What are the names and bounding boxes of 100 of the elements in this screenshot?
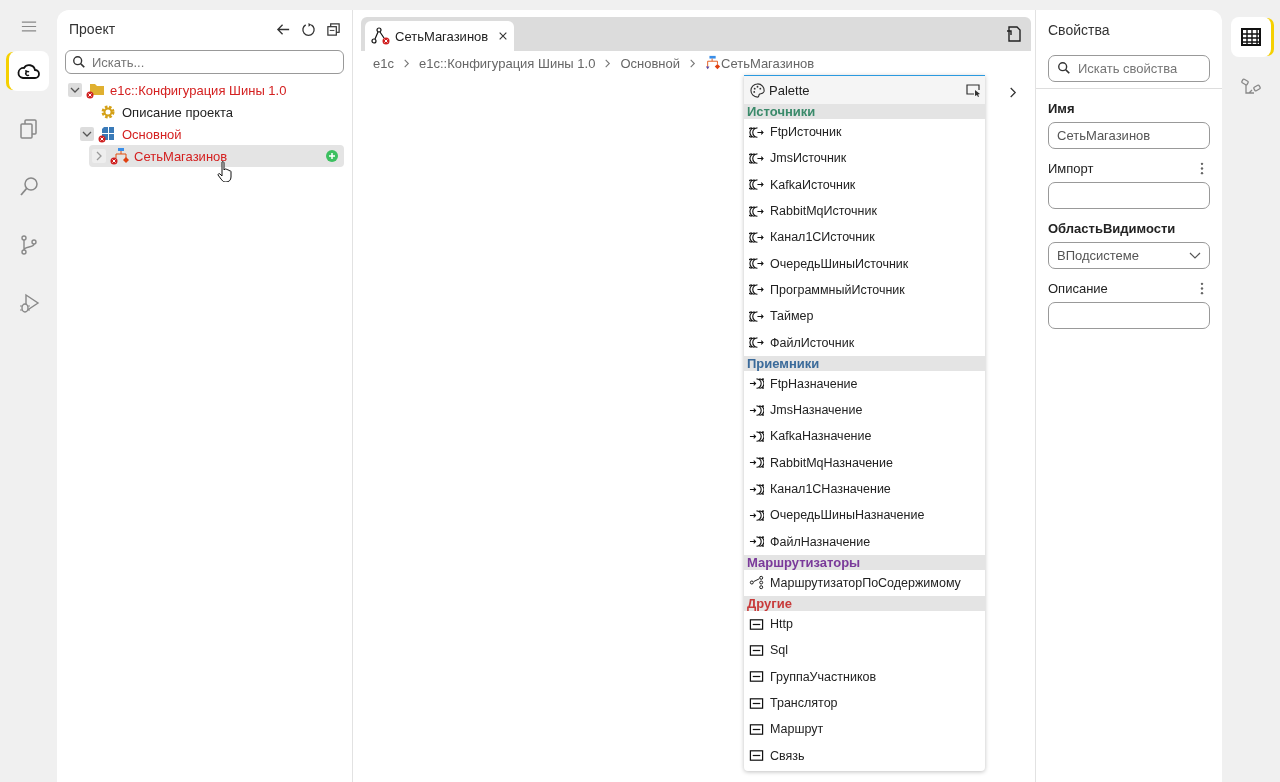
component-icon <box>749 695 764 711</box>
component-icon <box>749 256 764 272</box>
more-options-icon[interactable] <box>1200 281 1204 295</box>
chevron-right-icon[interactable] <box>1008 86 1017 99</box>
component-icon <box>749 721 764 737</box>
chevron-right-icon <box>603 58 613 68</box>
panel-title: Проект <box>69 21 116 37</box>
palette-item[interactable]: KafkaИсточник <box>744 171 985 198</box>
component-icon <box>749 376 764 392</box>
hand-cursor-icon <box>217 160 233 182</box>
palette-item-label: ГруппаУчастников <box>770 669 877 684</box>
palette-item[interactable]: Связь <box>744 742 985 769</box>
search-field[interactable]: Искать... <box>65 50 344 74</box>
breadcrumb-link[interactable]: СетьМагазинов <box>721 55 815 71</box>
palette-item-label: Таймер <box>770 309 814 324</box>
collapse-all-icon[interactable] <box>326 21 341 37</box>
palette-item[interactable]: RabbitMqИсточник <box>744 197 985 225</box>
palette-item[interactable]: ФайлИсточник <box>744 329 985 356</box>
palette-item[interactable]: Http <box>744 611 985 638</box>
tree-item-label: Описание проекта <box>122 104 234 120</box>
palette-item[interactable]: Таймер <box>744 303 985 330</box>
tree-item-label: e1c::Конфигурация Шины 1.0 <box>110 82 287 98</box>
component-icon <box>749 428 764 444</box>
field-label: Импорт <box>1048 160 1094 176</box>
component-icon <box>749 335 764 350</box>
component-icon <box>749 124 764 140</box>
palette-item[interactable]: Sql <box>744 637 985 664</box>
palette-item[interactable]: Маршрут <box>744 716 985 743</box>
palette-item-label: FtpНазначение <box>770 376 858 391</box>
palette-item-label: Транслятор <box>770 696 838 711</box>
tree-item[interactable]: e1c::Конфигурация Шины 1.0 <box>65 79 344 101</box>
palette-item-label: Канал1СИсточник <box>770 230 875 245</box>
palette-item[interactable]: RabbitMqНазначение <box>744 449 985 476</box>
chevron-down-icon <box>1189 251 1201 260</box>
palette-item[interactable]: JmsНазначение <box>744 396 985 424</box>
menu-icon[interactable] <box>20 20 37 33</box>
input-field[interactable] <box>1048 182 1210 209</box>
component-icon <box>749 643 764 658</box>
input-field[interactable] <box>1048 302 1210 329</box>
tree-item[interactable]: Основной <box>77 123 344 145</box>
palette-item[interactable]: FtpИсточник <box>744 119 985 146</box>
palette-item[interactable]: ГруппаУчастников <box>744 663 985 690</box>
palette-item[interactable]: JmsИсточник <box>744 145 985 172</box>
component-icon <box>749 282 764 298</box>
palette-item-label: Sql <box>770 643 789 658</box>
table-icon[interactable] <box>1231 17 1271 57</box>
expand-chevron-icon[interactable] <box>80 127 94 141</box>
field-label: Описание <box>1048 280 1108 296</box>
palette-item[interactable]: Канал1СИсточник <box>744 224 985 251</box>
palette-item-label: JmsИсточник <box>770 151 847 166</box>
field-label: ОбластьВидимости <box>1048 220 1176 236</box>
dropdown-value: ВПодсистеме <box>1057 248 1139 263</box>
component-icon <box>749 455 764 471</box>
palette-item-label: KafkaИсточник <box>770 177 856 192</box>
more-options-icon[interactable] <box>1200 161 1204 175</box>
select-tool-icon[interactable] <box>965 82 981 98</box>
dropdown-field[interactable]: ВПодсистеме <box>1048 242 1210 269</box>
palette-item[interactable]: FtpНазначение <box>744 370 985 397</box>
component-icon <box>749 229 764 245</box>
component-icon <box>749 481 764 497</box>
editor-tab[interactable]: СетьМагазинов <box>365 21 515 51</box>
palette-section-header: Маршрутизаторы <box>744 554 985 570</box>
refresh-icon[interactable] <box>301 21 316 37</box>
search-field[interactable]: Искать свойства <box>1048 55 1210 82</box>
component-icon <box>749 203 764 219</box>
palette-item-label: RabbitMqНазначение <box>770 455 893 470</box>
palette-item-label: Канал1СНазначение <box>770 482 891 496</box>
component-icon <box>749 507 764 523</box>
cloud-icon[interactable] <box>8 51 49 91</box>
component-icon <box>749 616 764 632</box>
document-icon[interactable] <box>1005 25 1023 43</box>
breadcrumb-link[interactable]: Основной <box>620 55 680 71</box>
input-field[interactable]: СетьМагазинов <box>1048 122 1210 149</box>
palette-item[interactable]: ФайлНазначение <box>744 528 985 555</box>
close-icon[interactable] <box>498 31 509 41</box>
tree-item[interactable]: Описание проекта <box>77 101 344 123</box>
palette-item-label: ФайлИсточник <box>770 335 855 350</box>
palette-item[interactable]: ОчередьШиныНазначение <box>744 502 985 529</box>
palette-item[interactable]: ПрограммныйИсточник <box>744 276 985 304</box>
tree-item-label: СетьМагазинов <box>134 148 228 164</box>
palette-section-header: Источники <box>744 104 985 119</box>
expand-chevron-icon[interactable] <box>68 83 82 97</box>
palette-item-label: ПрограммныйИсточник <box>770 282 905 297</box>
palette-section-header: Приемники <box>744 355 985 371</box>
palette-item[interactable]: МаршрутизаторПоСодержимому <box>744 569 985 597</box>
component-icon <box>749 669 764 685</box>
palette-item[interactable]: KafkaНазначение <box>744 423 985 450</box>
breadcrumb-link[interactable]: e1c <box>373 55 394 71</box>
palette-item[interactable]: Канал1СНазначение <box>744 475 985 503</box>
palette-item-label: ОчередьШиныИсточник <box>770 256 909 271</box>
chevron-right-icon <box>401 58 411 68</box>
palette-item[interactable]: Транслятор <box>744 689 985 717</box>
component-icon <box>749 177 764 193</box>
palette-item[interactable]: ОчередьШиныИсточник <box>744 250 985 277</box>
breadcrumb-link[interactable]: e1c::Конфигурация Шины 1.0 <box>418 55 596 71</box>
palette-title: Palette <box>769 82 811 98</box>
tree-item-label: Основной <box>122 126 182 142</box>
palette-icon <box>750 82 765 98</box>
palette-item-label: FtpИсточник <box>770 125 842 140</box>
palette-item-label: KafkaНазначение <box>770 429 872 444</box>
